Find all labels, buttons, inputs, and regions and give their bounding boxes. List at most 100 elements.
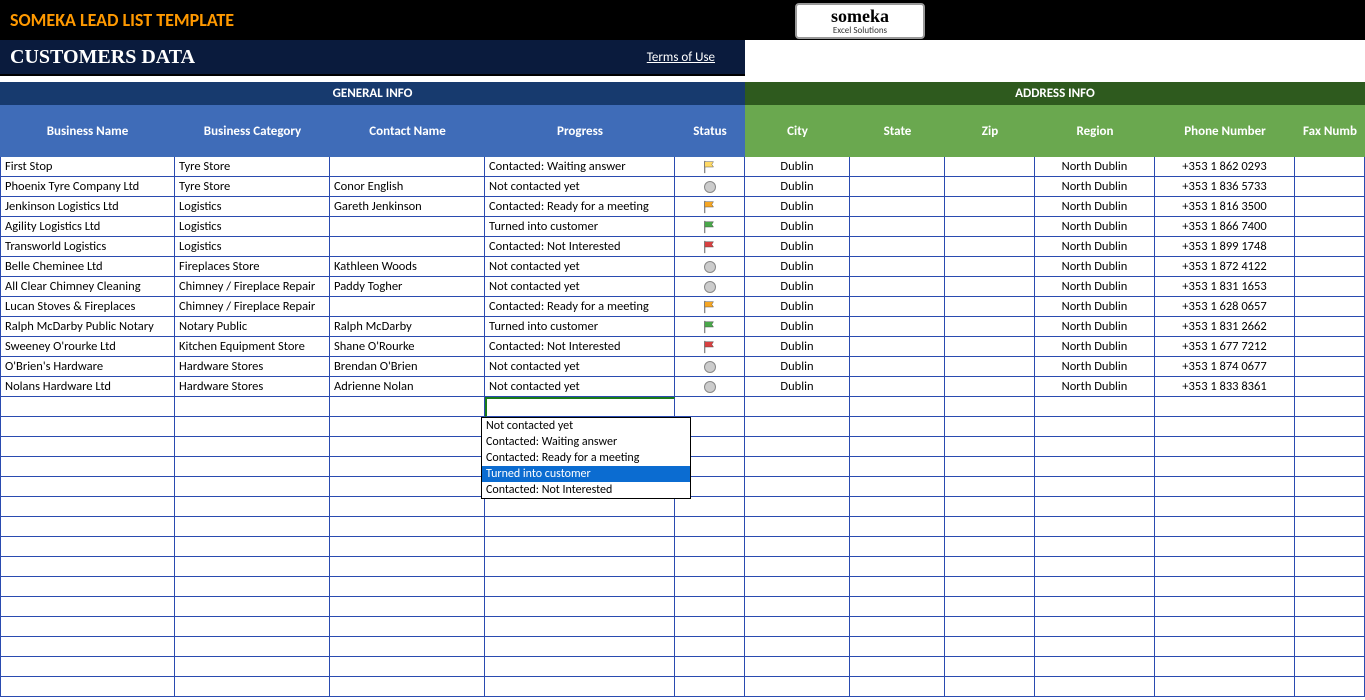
cell-fax[interactable] [1295, 277, 1365, 297]
cell-bname[interactable]: Agility Logistics Ltd [0, 217, 175, 237]
cell-zip[interactable] [945, 597, 1035, 617]
cell-zip[interactable] [945, 357, 1035, 377]
cell-state[interactable] [850, 457, 945, 477]
table-row[interactable] [0, 657, 1365, 677]
cell-phone[interactable] [1155, 477, 1295, 497]
cell-bname[interactable] [0, 577, 175, 597]
cell-progress[interactable]: Contacted: Ready for a meeting [485, 197, 675, 217]
cell-phone[interactable] [1155, 417, 1295, 437]
cell-state[interactable] [850, 677, 945, 697]
col-city[interactable]: City [745, 105, 850, 157]
cell-phone[interactable]: +353 1 874 0677 [1155, 357, 1295, 377]
cell-bcat[interactable]: Fireplaces Store [175, 257, 330, 277]
cell-cname[interactable] [330, 617, 485, 637]
cell-region[interactable] [1035, 397, 1155, 417]
cell-cname[interactable]: Ralph McDarby [330, 317, 485, 337]
cell-phone[interactable] [1155, 597, 1295, 617]
cell-bname[interactable] [0, 677, 175, 697]
cell-fax[interactable] [1295, 557, 1365, 577]
cell-cname[interactable] [330, 597, 485, 617]
cell-progress[interactable]: Not contacted yet [485, 377, 675, 397]
cell-fax[interactable] [1295, 297, 1365, 317]
cell-region[interactable] [1035, 417, 1155, 437]
cell-bname[interactable] [0, 437, 175, 457]
cell-state[interactable] [850, 577, 945, 597]
cell-zip[interactable] [945, 497, 1035, 517]
cell-city[interactable] [745, 437, 850, 457]
cell-city[interactable] [745, 557, 850, 577]
cell-zip[interactable] [945, 197, 1035, 217]
cell-progress[interactable] [485, 597, 675, 617]
cell-fax[interactable] [1295, 217, 1365, 237]
cell-city[interactable] [745, 677, 850, 697]
cell-state[interactable] [850, 397, 945, 417]
cell-progress[interactable]: Contacted: Not Interested [485, 337, 675, 357]
cell-bname[interactable]: Ralph McDarby Public Notary [0, 317, 175, 337]
cell-fax[interactable] [1295, 637, 1365, 657]
cell-progress[interactable]: Not contacted yet [485, 357, 675, 377]
cell-cname[interactable] [330, 497, 485, 517]
cell-status[interactable] [675, 637, 745, 657]
cell-status[interactable] [675, 517, 745, 537]
cell-state[interactable] [850, 197, 945, 217]
table-row[interactable]: ▾ [0, 397, 1365, 417]
cell-bcat[interactable] [175, 657, 330, 677]
table-row[interactable]: Belle Cheminee LtdFireplaces StoreKathle… [0, 257, 1365, 277]
cell-state[interactable] [850, 237, 945, 257]
cell-phone[interactable]: +353 1 872 4122 [1155, 257, 1295, 277]
table-row[interactable]: Transworld LogisticsLogisticsContacted: … [0, 237, 1365, 257]
cell-fax[interactable] [1295, 317, 1365, 337]
cell-fax[interactable] [1295, 357, 1365, 377]
cell-status[interactable] [675, 257, 745, 277]
cell-bcat[interactable] [175, 677, 330, 697]
cell-state[interactable] [850, 497, 945, 517]
cell-fax[interactable] [1295, 237, 1365, 257]
cell-fax[interactable] [1295, 537, 1365, 557]
cell-fax[interactable] [1295, 437, 1365, 457]
cell-progress[interactable] [485, 657, 675, 677]
cell-cname[interactable] [330, 657, 485, 677]
table-row[interactable] [0, 617, 1365, 637]
cell-progress[interactable] [485, 557, 675, 577]
table-row[interactable]: Lucan Stoves & FireplacesChimney / Firep… [0, 297, 1365, 317]
cell-fax[interactable] [1295, 417, 1365, 437]
cell-progress[interactable] [485, 537, 675, 557]
cell-bname[interactable]: O'Brien's Hardware [0, 357, 175, 377]
cell-zip[interactable] [945, 157, 1035, 177]
cell-zip[interactable] [945, 217, 1035, 237]
cell-zip[interactable] [945, 237, 1035, 257]
cell-cname[interactable] [330, 457, 485, 477]
cell-city[interactable] [745, 457, 850, 477]
cell-region[interactable]: North Dublin [1035, 297, 1155, 317]
col-business-category[interactable]: Business Category [175, 105, 330, 157]
table-row[interactable] [0, 677, 1365, 697]
cell-bcat[interactable] [175, 557, 330, 577]
cell-status[interactable] [675, 557, 745, 577]
cell-region[interactable]: North Dublin [1035, 257, 1155, 277]
cell-region[interactable] [1035, 617, 1155, 637]
cell-city[interactable] [745, 537, 850, 557]
cell-bcat[interactable] [175, 577, 330, 597]
cell-progress[interactable]: Turned into customer [485, 317, 675, 337]
cell-cname[interactable] [330, 557, 485, 577]
cell-city[interactable] [745, 577, 850, 597]
cell-phone[interactable]: +353 1 628 0657 [1155, 297, 1295, 317]
cell-fax[interactable] [1295, 377, 1365, 397]
cell-bcat[interactable]: Chimney / Fireplace Repair [175, 277, 330, 297]
cell-status[interactable] [675, 277, 745, 297]
cell-city[interactable] [745, 597, 850, 617]
cell-status[interactable] [675, 617, 745, 637]
cell-cname[interactable] [330, 237, 485, 257]
col-business-name[interactable]: Business Name [0, 105, 175, 157]
table-row[interactable] [0, 597, 1365, 617]
cell-bname[interactable]: First Stop [0, 157, 175, 177]
cell-bcat[interactable] [175, 537, 330, 557]
cell-bname[interactable] [0, 497, 175, 517]
cell-region[interactable]: North Dublin [1035, 357, 1155, 377]
cell-phone[interactable]: +353 1 899 1748 [1155, 237, 1295, 257]
table-row[interactable] [0, 557, 1365, 577]
cell-cname[interactable]: Adrienne Nolan [330, 377, 485, 397]
cell-zip[interactable] [945, 397, 1035, 417]
cell-city[interactable] [745, 397, 850, 417]
cell-cname[interactable] [330, 417, 485, 437]
